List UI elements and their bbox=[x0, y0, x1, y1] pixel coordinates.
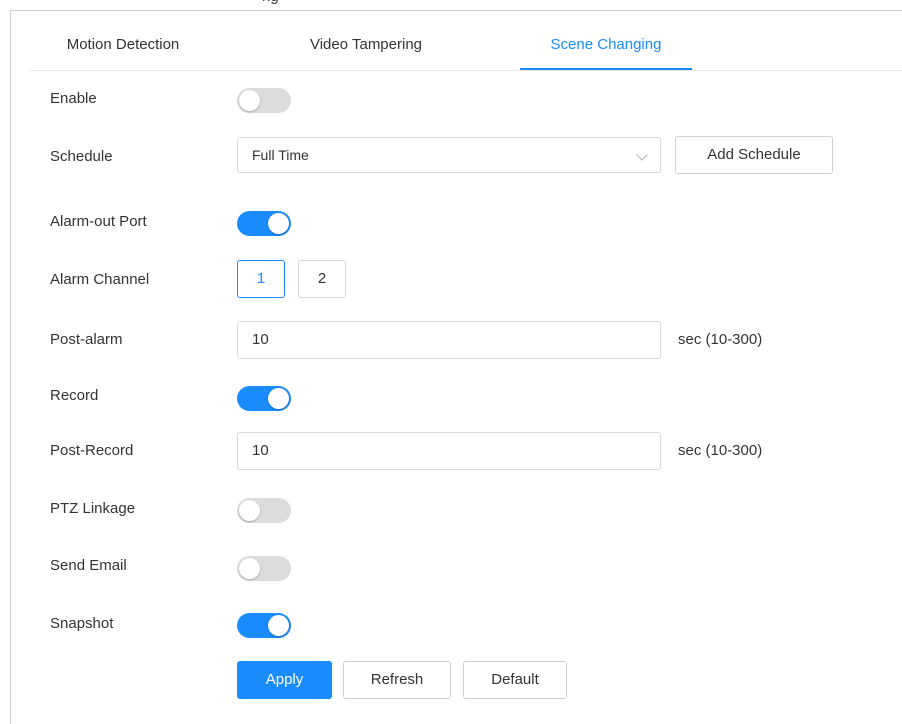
enable-toggle[interactable] bbox=[237, 88, 291, 113]
post-record-unit: sec (10-300) bbox=[678, 442, 763, 459]
send-email-toggle[interactable] bbox=[237, 556, 291, 581]
add-schedule-button[interactable]: Add Schedule bbox=[675, 136, 833, 174]
enable-label: Enable bbox=[50, 90, 97, 107]
ptz-linkage-label: PTZ Linkage bbox=[50, 500, 136, 517]
apply-button[interactable]: Apply bbox=[237, 661, 332, 699]
clipped-heading: ng bbox=[262, 0, 279, 5]
record-label: Record bbox=[50, 387, 99, 404]
record-toggle[interactable] bbox=[237, 386, 291, 411]
chevron-down-icon bbox=[636, 149, 648, 161]
post-alarm-label: Post-alarm bbox=[50, 331, 123, 348]
schedule-label: Schedule bbox=[50, 148, 113, 165]
panel-border-top bbox=[10, 10, 902, 11]
post-record-label: Post-Record bbox=[50, 442, 134, 459]
toggle-knob bbox=[268, 388, 289, 409]
tab-scene-changing[interactable]: Scene Changing bbox=[520, 22, 692, 70]
schedule-value: Full Time bbox=[252, 147, 309, 163]
send-email-label: Send Email bbox=[50, 557, 127, 574]
tab-bar: Motion Detection Video Tampering Scene C… bbox=[30, 22, 902, 71]
panel-border-left bbox=[10, 10, 11, 724]
snapshot-label: Snapshot bbox=[50, 615, 114, 632]
schedule-select[interactable]: Full Time bbox=[237, 137, 661, 173]
toggle-knob bbox=[239, 558, 260, 579]
ptz-linkage-toggle[interactable] bbox=[237, 498, 291, 523]
post-alarm-unit: sec (10-300) bbox=[678, 331, 763, 348]
alarm-channel-label: Alarm Channel bbox=[50, 271, 150, 288]
snapshot-toggle[interactable] bbox=[237, 613, 291, 638]
toggle-knob bbox=[239, 500, 260, 521]
post-alarm-input[interactable]: 10 bbox=[237, 321, 661, 359]
default-button[interactable]: Default bbox=[463, 661, 567, 699]
alarm-out-port-toggle[interactable] bbox=[237, 211, 291, 236]
refresh-button[interactable]: Refresh bbox=[343, 661, 451, 699]
toggle-knob bbox=[239, 90, 260, 111]
toggle-knob bbox=[268, 615, 289, 636]
tab-video-tampering[interactable]: Video Tampering bbox=[266, 22, 466, 68]
alarm-out-port-label: Alarm-out Port bbox=[50, 213, 147, 230]
toggle-knob bbox=[268, 213, 289, 234]
tab-motion-detection[interactable]: Motion Detection bbox=[30, 22, 216, 68]
post-record-input[interactable]: 10 bbox=[237, 432, 661, 470]
alarm-channel-1-button[interactable]: 1 bbox=[237, 260, 285, 298]
alarm-channel-2-button[interactable]: 2 bbox=[298, 260, 346, 298]
